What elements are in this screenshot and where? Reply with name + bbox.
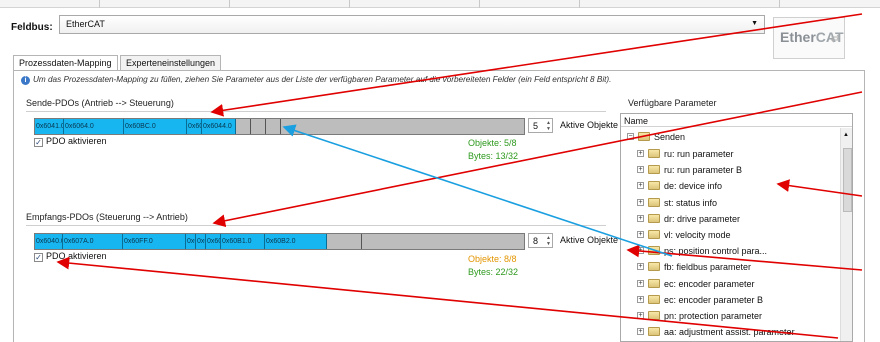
receive-pdo-label: PDO aktivieren [46, 251, 107, 261]
expand-icon[interactable]: + [637, 263, 644, 271]
receive-pdo-checkbox[interactable]: ✓ PDO aktivieren [34, 251, 107, 262]
send-segment[interactable]: 0x6091.0 [187, 119, 202, 134]
expand-icon[interactable]: + [637, 295, 644, 303]
send-segment[interactable]: 0x6041.0 [35, 119, 64, 134]
folder-icon [648, 246, 660, 256]
expand-icon[interactable]: + [637, 328, 644, 336]
send-empty-slot[interactable] [251, 119, 266, 134]
send-active-count: 5 [533, 121, 539, 131]
folder-icon [648, 197, 660, 207]
receive-segment[interactable]: 0x6040.0 [35, 234, 63, 249]
expand-icon[interactable]: + [637, 231, 644, 238]
expand-icon[interactable]: + [637, 312, 644, 319]
folder-icon [648, 213, 660, 223]
folder-icon [648, 262, 660, 272]
tree-column-header: Name [621, 114, 852, 127]
send-pdo-checkbox[interactable]: ✓ PDO aktivieren [34, 136, 107, 147]
send-segment[interactable]: 0x6064.0 [64, 119, 124, 134]
folder-icon [638, 132, 650, 141]
scroll-thumb[interactable] [843, 148, 852, 212]
receive-segment[interactable]: 0x60FF.0 [123, 234, 186, 249]
available-params-title: Verfügbare Parameter [628, 98, 717, 108]
folder-icon [648, 294, 660, 304]
receive-objects: Objekte: 8/8 [468, 254, 517, 264]
send-active-label: Aktive Objekte [560, 120, 619, 130]
send-active-count-spinner[interactable]: 5 ▲ ▼ [528, 118, 553, 133]
tab-process-mapping[interactable]: Prozessdaten-Mapping [13, 55, 118, 71]
fieldbus-value: EtherCAT [66, 19, 105, 29]
expand-icon[interactable]: + [637, 247, 644, 255]
folder-icon [648, 230, 660, 239]
receive-segment[interactable]: 0x607A.0 [63, 234, 123, 249]
chevron-down-icon: ▼ [751, 20, 758, 27]
send-empty-slot[interactable] [236, 119, 251, 134]
top-tab-strip [0, 0, 880, 8]
folder-icon [648, 165, 660, 175]
receive-segment[interactable]: 0x6042.0 [206, 234, 221, 249]
info-text: Um das Prozessdaten-Mapping zu füllen, z… [33, 75, 612, 84]
tree-item-label: pn: protection parameter [664, 311, 763, 321]
checkmark-icon[interactable]: ✓ [34, 253, 43, 262]
tree-item-label: fb: fieldbus parameter [664, 262, 752, 273]
tree-item-label: vl: velocity mode [664, 230, 731, 240]
spinner-arrows-icon[interactable]: ▲ ▼ [546, 235, 551, 247]
expand-icon[interactable]: + [637, 279, 644, 287]
tree-item-label: ru: run parameter B [664, 165, 743, 176]
expand-icon[interactable]: + [637, 214, 644, 222]
arrows-icon: ⇄ [830, 33, 840, 45]
receive-segment[interactable]: 0x60B2.0 [265, 234, 327, 249]
tree-scrollbar[interactable]: ▲ [840, 128, 852, 341]
tree-item-label: ec: encoder parameter B [664, 294, 764, 305]
ethercat-logo: EtherCAT ⇄ [773, 17, 845, 59]
tree-item-label: dr: drive parameter [664, 213, 741, 224]
receive-active-label: Aktive Objekte [560, 235, 619, 245]
folder-icon [648, 278, 660, 288]
fieldbus-label: Feldbus: [11, 22, 53, 33]
tree-item-label: de: device info [664, 181, 723, 192]
send-empty-slot[interactable] [266, 119, 281, 134]
receive-segment[interactable]: 0x60B1.0 [221, 234, 265, 249]
receive-pdo-mapping-bar[interactable]: 0x6040.00x607A.00x60FF.00x6071.00x6072.0… [34, 233, 525, 250]
send-segment[interactable]: 0x6044.0 [202, 119, 236, 134]
send-pdo-title: Sende-PDOs (Antrieb --> Steuerung) [26, 98, 174, 108]
receive-segment[interactable]: 0x6071.0 [186, 234, 196, 249]
send-pdo-mapping-bar[interactable]: 0x6041.00x6064.00x60BC.00x6091.00x6044.0 [34, 118, 525, 135]
tree-item-label: st: status info [664, 197, 718, 208]
tree-item-label: aa: adjustment assist. parameter [664, 327, 795, 338]
expand-icon[interactable]: + [637, 166, 644, 174]
divider [26, 111, 606, 112]
folder-icon [648, 181, 660, 191]
receive-pdo-title: Empfangs-PDOs (Steuerung --> Antrieb) [26, 212, 188, 222]
expand-icon[interactable]: + [637, 150, 644, 157]
send-pdo-label: PDO aktivieren [46, 136, 107, 146]
info-line: i Um das Prozessdaten-Mapping zu füllen, … [21, 75, 611, 85]
scroll-up-icon: ▲ [843, 132, 849, 138]
receive-active-count: 8 [533, 236, 539, 246]
folder-icon [648, 327, 660, 337]
folder-icon [648, 149, 660, 158]
fieldbus-select[interactable]: EtherCAT ▼ [59, 15, 765, 34]
tree-root-label: Senden [654, 132, 686, 142]
send-objects: Objekte: 5/8 [468, 138, 517, 148]
folder-icon [648, 311, 660, 320]
spinner-arrows-icon[interactable]: ▲ ▼ [546, 120, 551, 132]
tree-item-label: ps: position control para... [664, 246, 768, 257]
send-segment[interactable]: 0x60BC.0 [124, 119, 187, 134]
expand-icon[interactable]: + [637, 182, 644, 190]
info-icon: i [21, 76, 30, 85]
receive-bytes: Bytes: 22/32 [468, 267, 519, 277]
send-bytes: Bytes: 13/32 [468, 151, 519, 161]
receive-active-count-spinner[interactable]: 8 ▲ ▼ [528, 233, 553, 248]
tab-expert-settings[interactable]: Experteneinstellungen [120, 55, 222, 70]
tree-item-label: ec: encoder parameter [664, 278, 755, 289]
receive-segment[interactable]: 0x6072.0 [196, 234, 206, 249]
receive-empty-slot[interactable] [327, 234, 362, 249]
checkmark-icon[interactable]: ✓ [34, 138, 43, 147]
expand-icon[interactable]: + [637, 198, 644, 206]
collapse-icon[interactable]: − [627, 133, 634, 140]
divider [26, 225, 606, 226]
available-params-tree[interactable]: Name − Senden + ru: run parameter + ru: run… [620, 113, 853, 342]
tree-item-label: ru: run parameter [664, 149, 734, 159]
